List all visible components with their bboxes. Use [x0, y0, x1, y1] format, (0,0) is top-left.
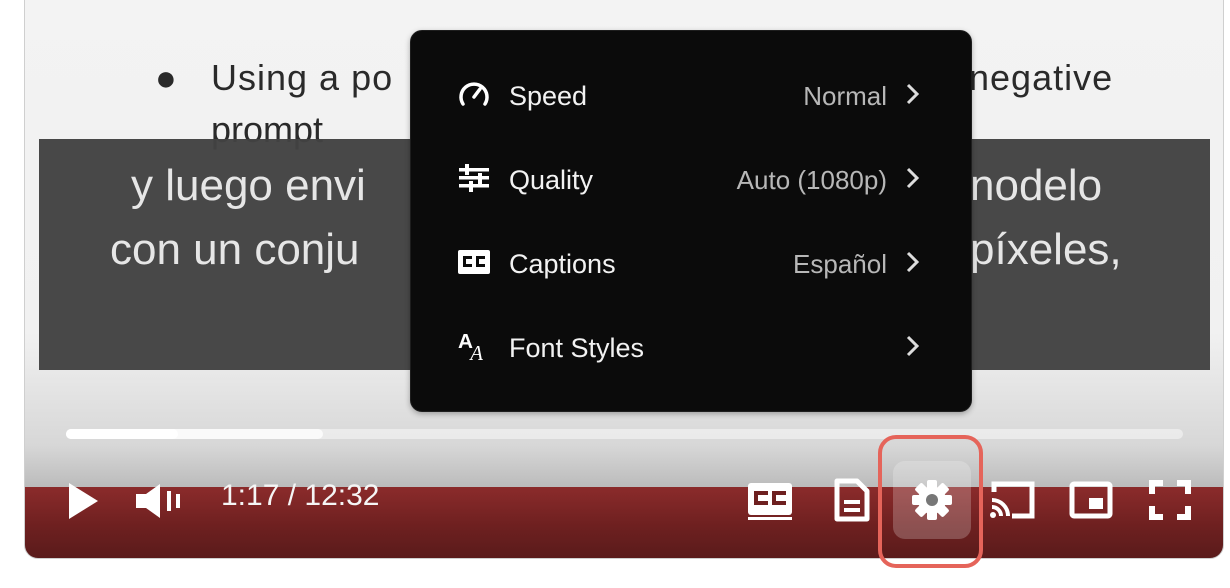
svg-text:A: A: [468, 342, 483, 364]
caption-line2-right: píxeles,: [970, 225, 1122, 274]
settings-highlight: [878, 435, 983, 568]
menu-value: Español: [793, 249, 887, 279]
menu-label: Font Styles: [509, 333, 645, 363]
cast-button[interactable]: [987, 479, 1037, 521]
captions-button[interactable]: [745, 479, 795, 523]
controls-bar-bg: [25, 487, 1223, 558]
pip-button[interactable]: [1067, 479, 1115, 521]
slide-text-right: negative: [969, 57, 1114, 98]
transcript-button[interactable]: [830, 477, 874, 523]
cast-icon: [990, 481, 1035, 519]
document-icon: [834, 478, 870, 522]
time-display: 1:17 / 12:32: [221, 479, 380, 512]
settings-menu: Speed Normal Quality Auto (1080p) Captio…: [410, 30, 972, 412]
fullscreen-icon: [1149, 480, 1191, 520]
picture-in-picture-icon: [1069, 481, 1113, 519]
progress-played: [66, 429, 178, 439]
speedometer-icon: [457, 77, 491, 111]
menu-label: Quality: [509, 165, 594, 195]
fullscreen-button[interactable]: [1147, 479, 1193, 521]
slide-bullet: ●: [155, 57, 177, 98]
menu-item-speed[interactable]: Speed Normal: [411, 53, 971, 137]
chevron-right-icon: [906, 83, 920, 105]
chevron-right-icon: [906, 335, 920, 357]
sliders-icon: [457, 161, 491, 195]
menu-value: Normal: [803, 81, 887, 111]
caption-line1-right: nodelo: [970, 161, 1103, 210]
play-icon: [69, 483, 98, 519]
play-button[interactable]: [63, 481, 103, 521]
caption-line1-left: y luego envi: [131, 161, 366, 210]
menu-value: Auto (1080p): [736, 165, 887, 195]
volume-button[interactable]: [133, 483, 187, 519]
menu-label: Speed: [509, 81, 588, 111]
menu-item-quality[interactable]: Quality Auto (1080p): [411, 137, 971, 221]
menu-item-font-styles[interactable]: AA Font Styles: [411, 305, 971, 389]
menu-label: Captions: [509, 249, 616, 279]
menu-item-captions[interactable]: Captions Español: [411, 221, 971, 305]
cc-icon: [457, 245, 491, 279]
cc-icon: [748, 483, 792, 520]
caption-line2-left: con un conju: [110, 225, 360, 274]
font-style-icon: AA: [457, 329, 491, 364]
volume-icon: [136, 484, 180, 518]
chevron-right-icon: [906, 251, 920, 273]
progress-bar[interactable]: [66, 429, 1183, 439]
chevron-right-icon: [906, 167, 920, 189]
